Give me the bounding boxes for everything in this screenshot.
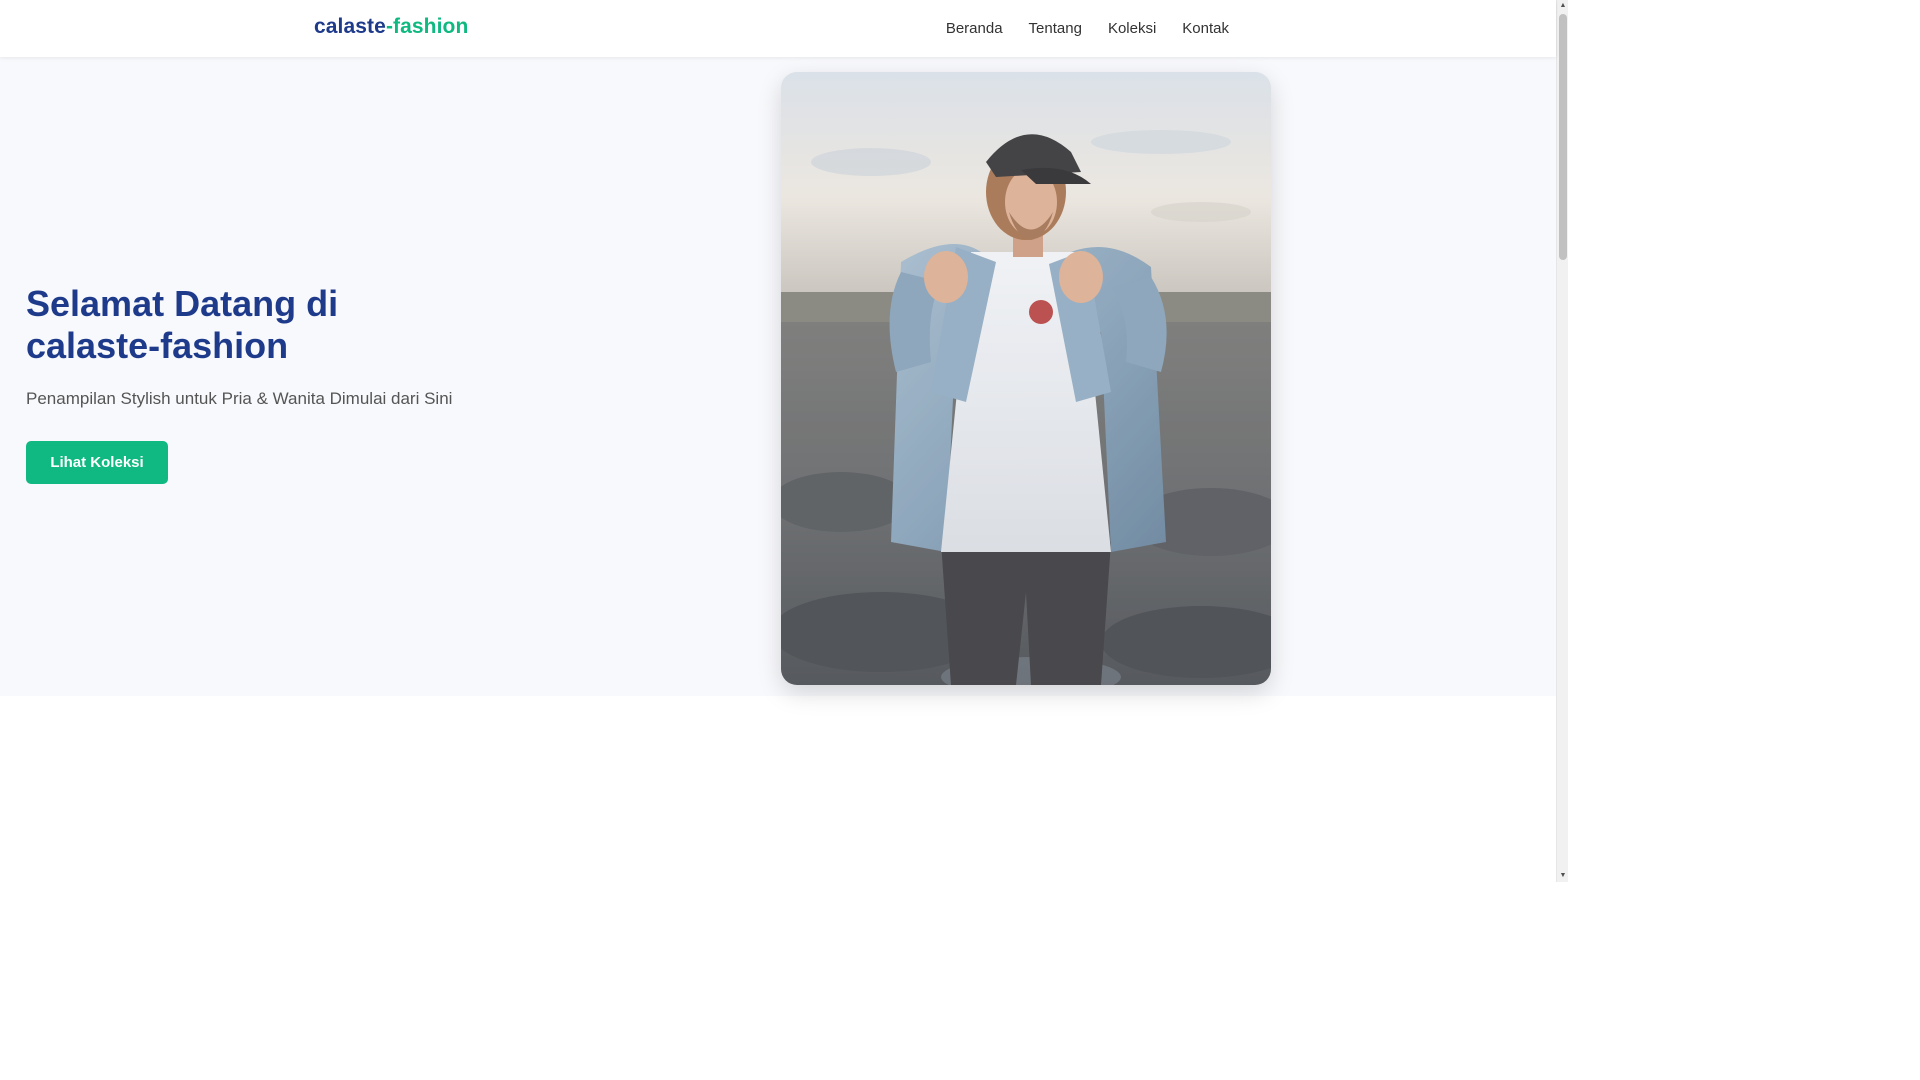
nav-link-tentang[interactable]: Tentang [1016, 20, 1095, 37]
hero-subtitle: Penampilan Stylish untuk Pria & Wanita D… [26, 389, 453, 408]
brand-logo[interactable]: calaste-fashion [314, 15, 468, 39]
brand-name-primary: calaste [314, 15, 386, 38]
triangle-up-icon[interactable]: ▲ [1557, 0, 1569, 12]
hero-title: Selamat Datang di calaste-fashion [26, 283, 339, 366]
hero-content: Selamat Datang di calaste-fashion Penamp… [26, 283, 726, 484]
hero-section: Selamat Datang di calaste-fashion Penamp… [0, 57, 1556, 696]
scroll-thumb[interactable] [1559, 14, 1567, 260]
model-photo-illustration [781, 72, 1271, 685]
nav-link-beranda[interactable]: Beranda [933, 20, 1016, 37]
triangle-down-icon[interactable]: ▼ [1557, 870, 1569, 882]
brand-name-accent: -fashion [385, 15, 469, 38]
nav-link-kontak[interactable]: Kontak [1169, 20, 1242, 37]
hero-model-photo [781, 72, 1271, 685]
page: calaste-fashion Beranda Tentang Koleksi … [0, 0, 1568, 882]
page-scrollbar[interactable]: ▲ ▼ [1556, 0, 1568, 882]
main-nav: Beranda Tentang Koleksi Kontak [933, 0, 1242, 57]
nav-link-koleksi[interactable]: Koleksi [1095, 20, 1169, 37]
view-collection-button[interactable]: Lihat Koleksi [26, 441, 168, 484]
navbar: calaste-fashion Beranda Tentang Koleksi … [0, 0, 1556, 57]
